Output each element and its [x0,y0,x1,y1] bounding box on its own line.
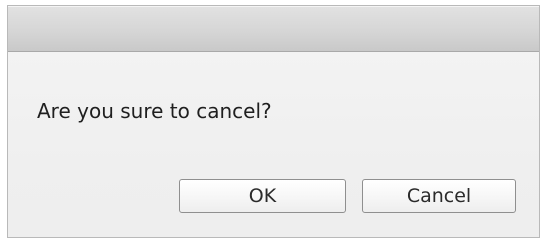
confirm-dialog: Are you sure to cancel? OK Cancel [7,5,540,238]
dialog-content: Are you sure to cancel? OK Cancel [8,52,539,237]
ok-button[interactable]: OK [179,179,346,213]
titlebar-highlight [8,6,539,7]
dialog-message: Are you sure to cancel? [37,99,272,123]
dialog-titlebar[interactable] [8,6,539,52]
cancel-button[interactable]: Cancel [362,179,516,213]
